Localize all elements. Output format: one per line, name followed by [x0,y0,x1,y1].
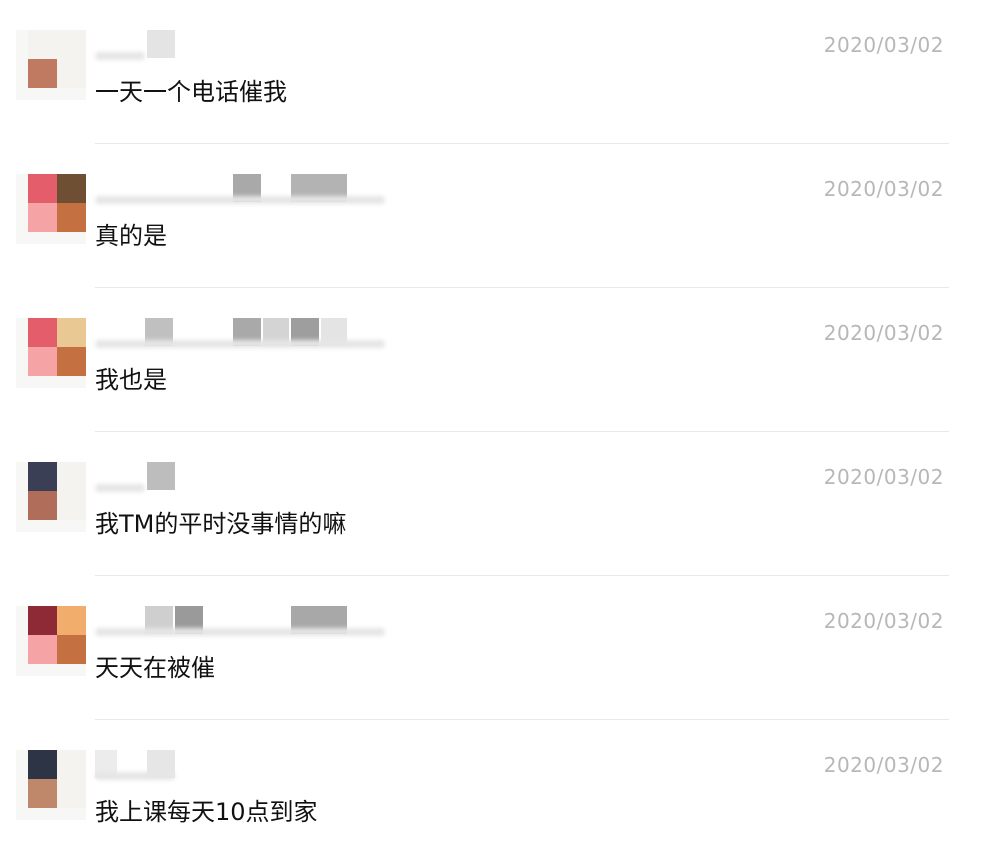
avatar[interactable] [16,606,86,676]
avatar-tile [57,462,86,491]
avatar-tile [57,606,86,635]
avatar-tile [28,318,57,347]
avatar-tile [57,635,86,664]
comment-text: 我TM的平时没事情的嘛 [95,510,347,538]
avatar-tile [57,203,86,232]
avatar-tile [28,347,57,376]
avatar-tile [57,347,86,376]
comment-item[interactable]: 我也是 2020/03/02 [0,288,992,432]
avatar-tile [28,779,57,808]
avatar-tile [57,318,86,347]
comment-text: 天天在被催 [95,654,215,682]
avatar-tile [28,750,57,779]
avatar-tile [57,174,86,203]
avatar-tile [28,462,57,491]
comment-text: 一天一个电话催我 [95,78,287,106]
avatar[interactable] [16,750,86,820]
comment-item[interactable]: 我TM的平时没事情的嘛 2020/03/02 [0,432,992,576]
avatar[interactable] [16,318,86,388]
avatar[interactable] [16,174,86,244]
avatar-tile [28,635,57,664]
username-redacted [95,30,395,62]
comment-timestamp: 2020/03/02 [823,465,944,489]
avatar-tile [28,491,57,520]
avatar-tile [57,750,86,779]
comment-text: 我上课每天10点到家 [95,798,318,826]
username-redacted [95,750,395,782]
comment-timestamp: 2020/03/02 [823,753,944,777]
avatar-tile [28,606,57,635]
comment-text: 我也是 [95,366,167,394]
comment-item[interactable]: 真的是 2020/03/02 [0,144,992,288]
username-redacted [95,174,395,206]
username-redacted [95,606,395,638]
avatar-tile [57,30,86,59]
comment-item[interactable]: 天天在被催 2020/03/02 [0,576,992,720]
username-redacted [95,462,395,494]
comment-item[interactable]: 我上课每天10点到家 2020/03/02 [0,720,992,862]
avatar[interactable] [16,30,86,100]
comment-timestamp: 2020/03/02 [823,33,944,57]
comment-text: 真的是 [95,222,167,250]
username-redacted [95,318,395,350]
avatar-tile [57,491,86,520]
comment-list: 一天一个电话催我 2020/03/02 真的是 2020/03/02 我也是 2… [0,0,992,862]
avatar-tile [57,59,86,88]
avatar-tile [28,30,57,59]
comment-item[interactable]: 一天一个电话催我 2020/03/02 [0,0,992,144]
avatar-tile [28,203,57,232]
avatar-tile [57,779,86,808]
avatar-tile [28,59,57,88]
avatar-tile [28,174,57,203]
comment-timestamp: 2020/03/02 [823,321,944,345]
comment-timestamp: 2020/03/02 [823,609,944,633]
avatar[interactable] [16,462,86,532]
comment-timestamp: 2020/03/02 [823,177,944,201]
